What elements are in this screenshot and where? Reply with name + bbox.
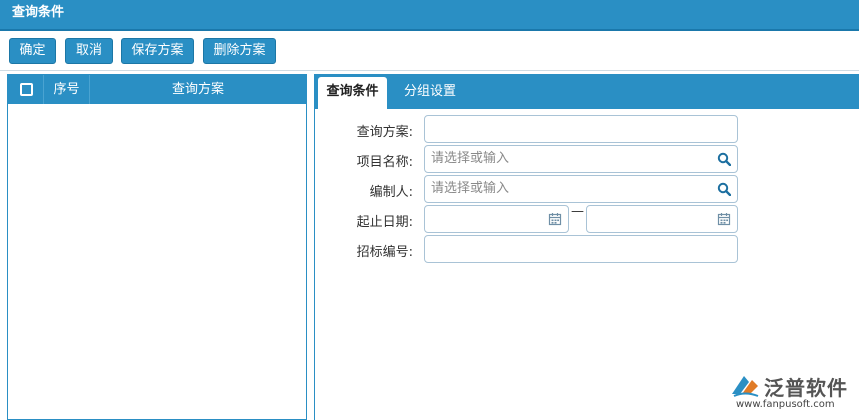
condition-panel: 查询条件 分组设置 查询方案: 项目名称: 请选择或输入 编制人: 请选择或输入…	[314, 74, 859, 420]
toolbar: 确定 取消 保存方案 删除方案	[0, 31, 859, 71]
date-separator: —	[571, 204, 584, 219]
save-plan-button[interactable]: 保存方案	[121, 38, 194, 64]
plan-label: 查询方案:	[356, 125, 413, 140]
project-placeholder: 请选择或输入	[431, 151, 510, 166]
tab-query-conditions[interactable]: 查询条件	[318, 77, 387, 109]
plan-input[interactable]	[424, 115, 738, 143]
select-all-cell	[8, 75, 44, 104]
project-field[interactable]: 请选择或输入	[424, 145, 738, 173]
search-icon[interactable]	[717, 182, 731, 196]
cancel-button[interactable]: 取消	[65, 38, 113, 64]
brand-logo: 泛普软件 www.fanpusoft.com	[728, 370, 853, 414]
start-date-field[interactable]	[424, 205, 569, 233]
column-header-seq[interactable]: 序号	[44, 75, 90, 104]
search-icon[interactable]	[717, 152, 731, 166]
creator-label: 编制人:	[369, 185, 413, 200]
bid-number-label: 招标编号:	[356, 245, 413, 260]
end-date-field[interactable]	[586, 205, 738, 233]
calendar-icon[interactable]	[717, 212, 731, 226]
select-all-checkbox[interactable]	[20, 83, 33, 96]
tab-bar: 查询条件 分组设置	[315, 74, 859, 109]
brand-mark-icon	[732, 376, 759, 397]
calendar-icon[interactable]	[548, 212, 562, 226]
date-range-label: 起止日期:	[356, 215, 413, 230]
column-header-plan[interactable]: 查询方案	[90, 75, 306, 104]
brand-name: 泛普软件	[764, 376, 848, 400]
tab-group-settings[interactable]: 分组设置	[395, 77, 465, 109]
creator-field[interactable]: 请选择或输入	[424, 175, 738, 203]
window-title-bar: 查询条件	[0, 0, 859, 30]
confirm-button[interactable]: 确定	[9, 38, 56, 64]
creator-placeholder: 请选择或输入	[431, 181, 510, 196]
plan-list-panel: 序号 查询方案	[7, 74, 307, 420]
bid-number-input[interactable]	[424, 235, 738, 263]
project-label: 项目名称:	[356, 155, 413, 170]
grid-header: 序号 查询方案	[8, 75, 306, 104]
brand-url: www.fanpusoft.com	[736, 399, 835, 410]
window-title: 查询条件	[12, 5, 65, 20]
delete-plan-button[interactable]: 删除方案	[203, 38, 276, 64]
